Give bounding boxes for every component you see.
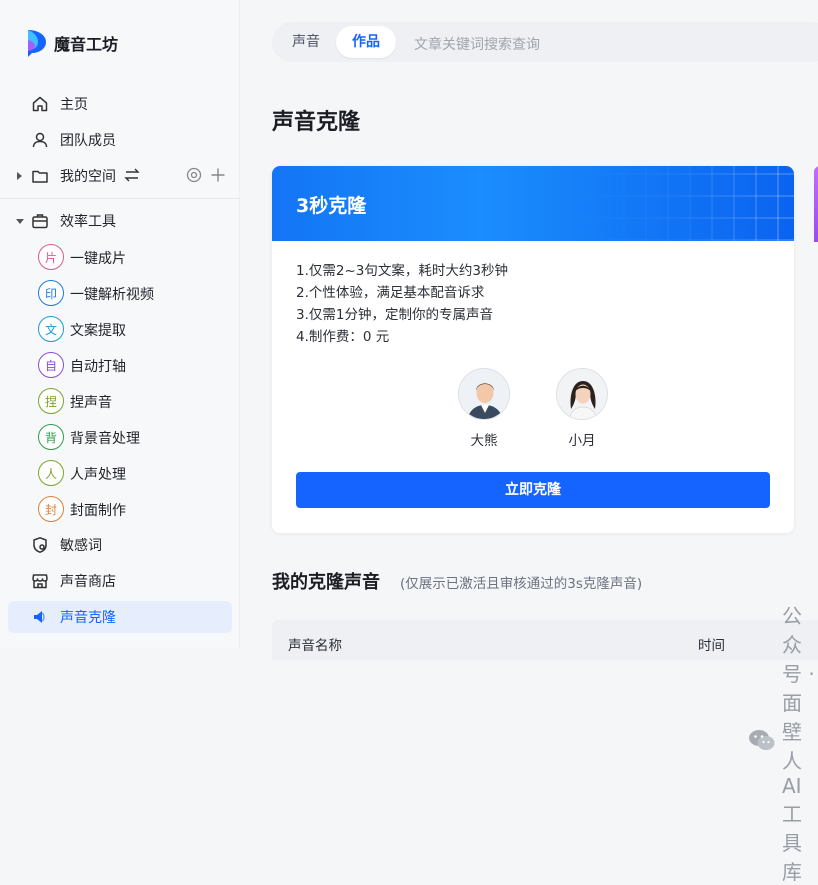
tool-label: 捏声音	[70, 395, 112, 411]
page-title: 声音克隆	[272, 110, 361, 135]
card-title: 3秒克隆	[296, 195, 367, 217]
chevron-down-icon[interactable]	[16, 219, 24, 224]
clone-card: 3秒克隆 1.仅需2~3句文案，耗时大约3秒钟 2.个性体验，满足基本配音诉求 …	[272, 166, 794, 533]
tool-item-vocal[interactable]: 人 人声处理	[8, 457, 232, 489]
brand-name: 魔音工坊	[54, 35, 119, 54]
feature-line: 2.个性体验，满足基本配音诉求	[296, 285, 485, 301]
sidebar-item-label: 我的空间	[60, 169, 116, 185]
user-icon	[30, 130, 50, 150]
sidebar-item-tools[interactable]: 效率工具	[8, 205, 232, 237]
tool-badge-icon: 背	[38, 424, 64, 450]
sidebar-divider	[0, 198, 240, 199]
tab-works[interactable]: 作品	[336, 26, 396, 58]
watermark: 公众号 · 面壁人AI工具库	[748, 600, 818, 885]
tool-item-auto-timeline[interactable]: 自 自动打轴	[8, 349, 232, 381]
tool-item-cover[interactable]: 封 封面制作	[8, 493, 232, 525]
tool-badge-icon: 文	[38, 316, 64, 342]
sidebar: 魔音工坊 主页 团队成员 我的空间 效率工具 片 一键成片 印 一键解析视频 文…	[0, 0, 240, 648]
feature-line: 3.仅需1分钟，定制你的专属声音	[296, 307, 493, 323]
brand[interactable]: 魔音工坊	[24, 28, 118, 58]
add-icon[interactable]	[210, 167, 226, 187]
tool-badge-icon: 自	[38, 352, 64, 378]
tool-item-bg-audio[interactable]: 背 背景音处理	[8, 421, 232, 453]
feature-line: 4.制作费：0 元	[296, 329, 390, 345]
section-note: (仅展示已激活且审核通过的3s克隆声音)	[400, 576, 643, 592]
tool-badge-icon: 印	[38, 280, 64, 306]
wechat-icon	[748, 728, 776, 757]
tool-badge-icon: 片	[38, 244, 64, 270]
home-icon	[30, 94, 50, 114]
tool-label: 背景音处理	[70, 431, 140, 447]
switch-icon[interactable]	[124, 167, 140, 187]
mic-icon	[30, 607, 50, 627]
column-header-time[interactable]: 时间	[698, 634, 725, 654]
sidebar-item-label: 效率工具	[60, 214, 116, 230]
tool-label: 一键解析视频	[70, 287, 154, 303]
tool-label: 封面制作	[70, 503, 126, 519]
sidebar-item-home[interactable]: 主页	[8, 88, 232, 120]
table-header: 声音名称 时间	[272, 620, 818, 660]
chevron-right-icon[interactable]	[17, 172, 22, 180]
tab-voice[interactable]: 声音	[276, 26, 336, 58]
sidebar-item-voice-clone[interactable]: 声音克隆	[8, 601, 232, 633]
voice-name: 大熊	[470, 433, 498, 449]
tool-badge-icon: 捏	[38, 388, 64, 414]
briefcase-icon	[30, 211, 50, 231]
tool-item-one-click-video[interactable]: 片 一键成片	[8, 241, 232, 273]
clone-now-button[interactable]: 立即克隆	[296, 472, 770, 508]
sidebar-item-label: 声音克隆	[60, 610, 116, 626]
tool-item-text-extract[interactable]: 文 文案提取	[8, 313, 232, 345]
sidebar-item-team[interactable]: 团队成员	[8, 124, 232, 156]
card-header: 3秒克隆	[272, 166, 794, 241]
settings-icon[interactable]	[186, 167, 202, 187]
avatar-voice-xiaoyue[interactable]	[556, 368, 608, 420]
sidebar-item-voice-store[interactable]: 声音商店	[8, 565, 232, 597]
next-card-edge[interactable]	[814, 166, 818, 242]
brand-logo-icon	[24, 28, 48, 58]
sidebar-item-label: 团队成员	[60, 133, 116, 149]
tool-label: 一键成片	[70, 251, 126, 267]
tab-bar: 声音 作品 文章关键词搜索查询	[272, 22, 818, 62]
watermark-text: 公众号 · 面壁人AI工具库	[782, 604, 815, 884]
main-content: 声音 作品 文章关键词搜索查询 声音克隆 3秒克隆 1.仅需2~3句文案，耗时大…	[240, 0, 818, 884]
sidebar-item-label: 敏感词	[60, 538, 102, 554]
feature-line: 1.仅需2~3句文案，耗时大约3秒钟	[296, 263, 508, 279]
sidebar-item-label: 主页	[60, 97, 88, 113]
tool-label: 人声处理	[70, 467, 126, 483]
tool-item-parse-video[interactable]: 印 一键解析视频	[8, 277, 232, 309]
column-header-name[interactable]: 声音名称	[288, 634, 342, 654]
tool-badge-icon: 封	[38, 496, 64, 522]
avatar-voice-daxiong[interactable]	[458, 368, 510, 420]
store-icon	[30, 571, 50, 591]
section-title: 我的克隆声音	[272, 572, 380, 593]
folder-icon	[30, 166, 50, 186]
tool-label: 文案提取	[70, 323, 126, 339]
tool-item-shape-voice[interactable]: 捏 捏声音	[8, 385, 232, 417]
sidebar-item-label: 声音商店	[60, 574, 116, 590]
tool-badge-icon: 人	[38, 460, 64, 486]
sidebar-item-sensitive-words[interactable]: 敏感词	[8, 529, 232, 561]
search-input[interactable]: 文章关键词搜索查询	[414, 34, 540, 54]
voice-name: 小月	[568, 433, 596, 449]
tool-label: 自动打轴	[70, 359, 126, 375]
shield-icon	[30, 535, 50, 555]
